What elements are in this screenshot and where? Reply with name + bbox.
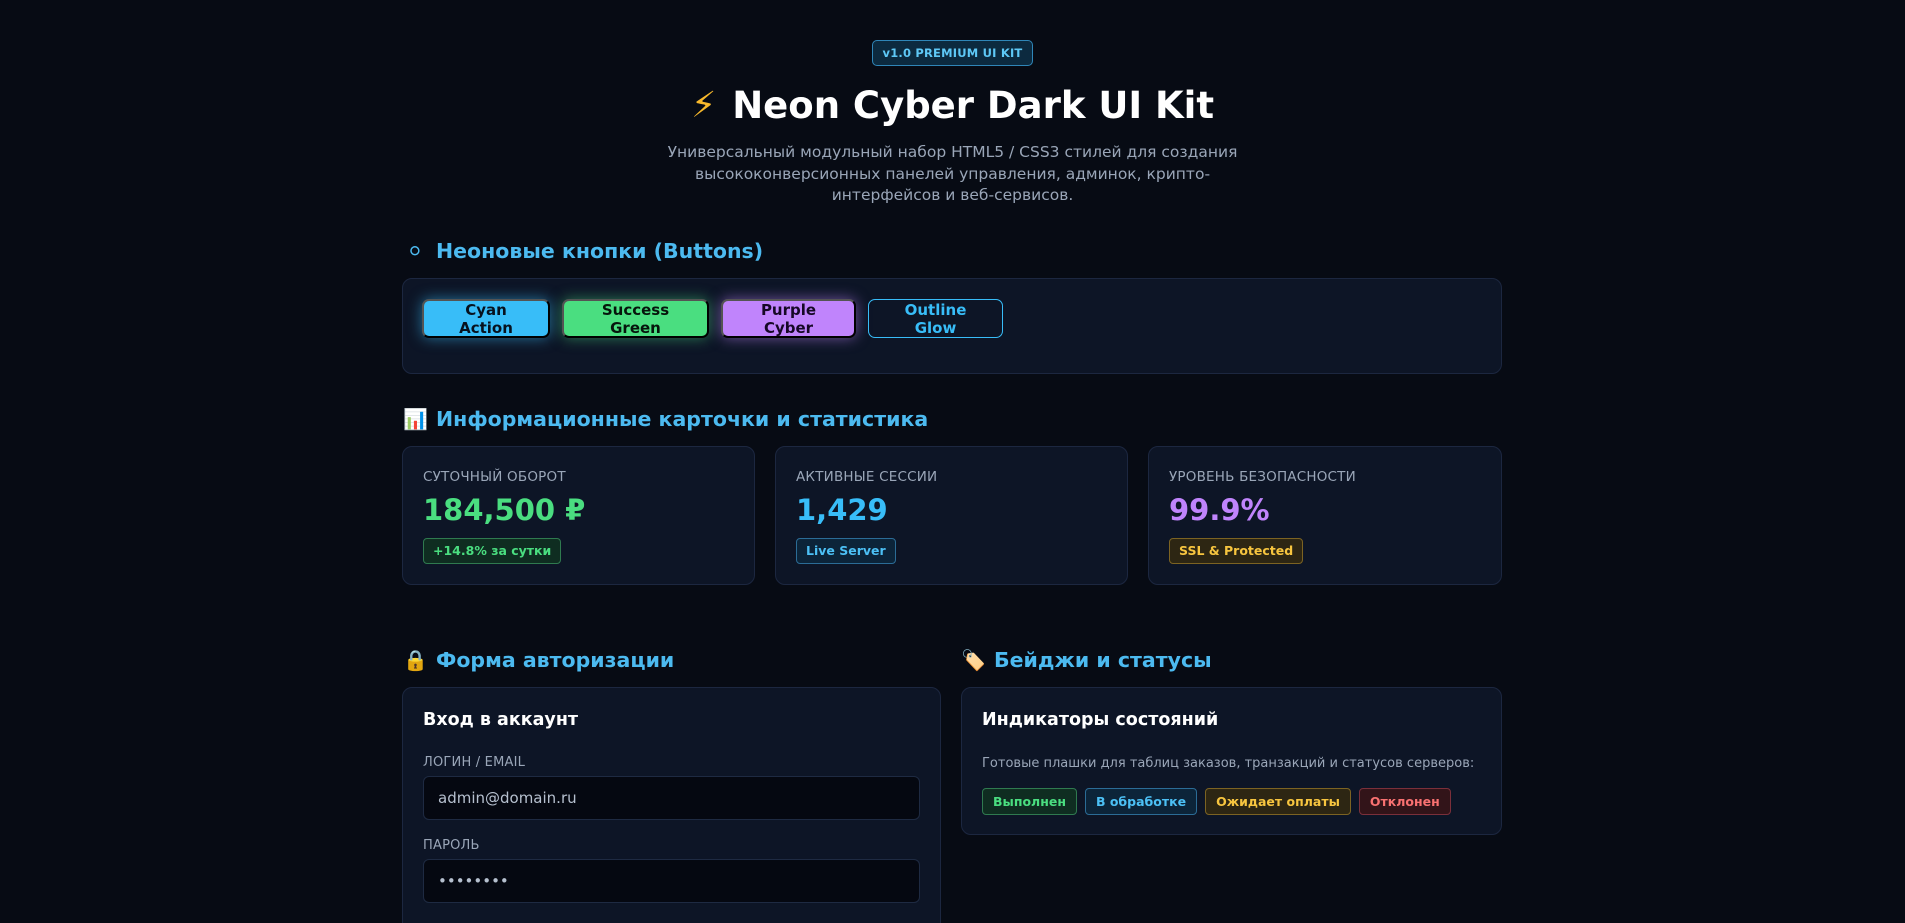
password-field-label: ПАРОЛЬ	[423, 838, 480, 853]
section-title-auth: Форма авторизации	[436, 648, 675, 672]
status-badge-awaiting-payment: Ожидает оплаты	[1205, 788, 1351, 815]
lock-icon: 🔒	[403, 648, 428, 672]
page: v1.0 PREMIUM UI KIT ⚡ Neon Cyber Dark UI…	[0, 0, 1905, 923]
page-title-text: Neon Cyber Dark UI Kit	[732, 83, 1215, 127]
version-badge: v1.0 PREMIUM UI KIT	[871, 40, 1034, 66]
login-card: Вход в аккаунт ЛОГИН / EMAIL ПАРОЛЬ	[402, 687, 941, 923]
outline-glow-button[interactable]: Outline Glow	[868, 299, 1003, 338]
button-row: Cyan Action Success Green Purple Cyber O…	[422, 299, 1003, 338]
badges-card-title: Индикаторы состояний	[982, 710, 1219, 730]
circle-icon: ⚪	[406, 239, 424, 263]
tag-icon: 🏷️	[961, 648, 986, 672]
stat-value: 99.9%	[1169, 493, 1270, 527]
stat-chip: SSL & Protected	[1169, 538, 1304, 564]
purple-cyber-button[interactable]: Purple Cyber	[721, 299, 856, 338]
badges-description: Готовые плашки для таблиц заказов, транз…	[982, 756, 1475, 771]
status-badge-completed: Выполнен	[982, 788, 1077, 815]
email-field[interactable]	[423, 776, 920, 820]
section-heading-badges: 🏷️ Бейджи и статусы	[961, 646, 1212, 674]
badges-card: Индикаторы состояний Готовые плашки для …	[961, 687, 1502, 835]
status-badge-rejected: Отклонен	[1358, 788, 1451, 815]
stat-card-turnover: СУТОЧНЫЙ ОБОРОТ 184,500 ₽ +14.8% за сутк…	[402, 446, 755, 585]
bar-chart-icon: 📊	[403, 407, 428, 431]
password-field[interactable]	[423, 859, 920, 903]
cyan-action-button[interactable]: Cyan Action	[422, 299, 550, 338]
stat-card-security: УРОВЕНЬ БЕЗОПАСНОСТИ 99.9% SSL & Protect…	[1148, 446, 1502, 585]
section-title-badges: Бейджи и статусы	[994, 648, 1212, 672]
section-title-stats: Информационные карточки и статистика	[436, 407, 929, 431]
hero-header: v1.0 PREMIUM UI KIT ⚡ Neon Cyber Dark UI…	[0, 40, 1905, 207]
login-field-label: ЛОГИН / EMAIL	[423, 755, 526, 770]
section-heading-buttons: ⚪ Неоновые кнопки (Buttons)	[403, 237, 764, 265]
lightning-icon: ⚡	[690, 84, 717, 126]
section-heading-auth: 🔒 Форма авторизации	[403, 646, 674, 674]
stat-label: АКТИВНЫЕ СЕССИИ	[796, 469, 938, 485]
stat-card-sessions: АКТИВНЫЕ СЕССИИ 1,429 Live Server	[775, 446, 1128, 585]
section-heading-stats: 📊 Информационные карточки и статистика	[403, 405, 928, 433]
badge-row: Выполнен В обработке Ожидает оплаты Откл…	[982, 788, 1451, 815]
stat-chip: +14.8% за сутки	[423, 538, 562, 564]
login-form-title: Вход в аккаунт	[423, 710, 579, 730]
page-title: ⚡ Neon Cyber Dark UI Kit	[0, 80, 1905, 130]
stat-value: 184,500 ₽	[423, 493, 586, 527]
stat-chip: Live Server	[796, 538, 896, 564]
page-subtitle: Универсальный модульный набор HTML5 / CS…	[667, 143, 1238, 204]
stat-value: 1,429	[796, 493, 888, 527]
status-badge-processing: В обработке	[1084, 788, 1198, 815]
section-title-buttons: Неоновые кнопки (Buttons)	[436, 239, 764, 263]
stat-label: УРОВЕНЬ БЕЗОПАСНОСТИ	[1169, 469, 1356, 485]
success-green-button[interactable]: Success Green	[562, 299, 709, 338]
stat-label: СУТОЧНЫЙ ОБОРОТ	[423, 469, 566, 485]
